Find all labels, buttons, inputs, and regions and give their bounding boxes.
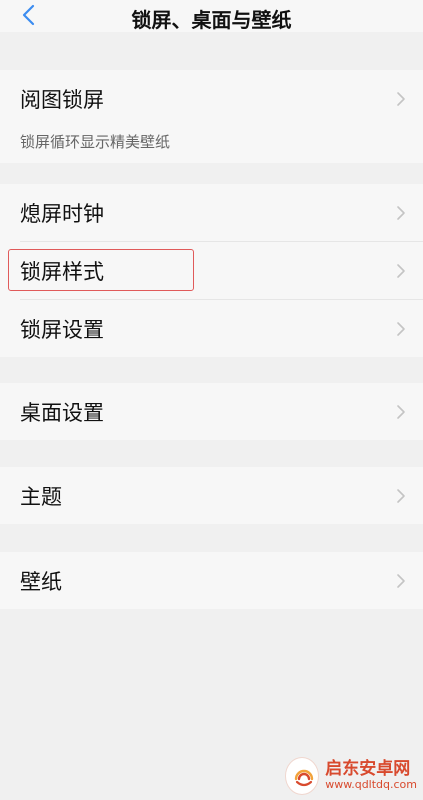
- chevron-right-icon: [397, 91, 405, 106]
- list-item-theme[interactable]: 主题: [0, 467, 423, 524]
- watermark: 启东安卓网 www.qdltdq.com: [285, 757, 417, 795]
- list-item-label: 壁纸: [20, 569, 62, 594]
- list-item-magazine-lock[interactable]: 阅图锁屏: [0, 70, 423, 127]
- watermark-logo: [285, 757, 320, 795]
- list-item-lock-settings[interactable]: 锁屏设置: [0, 300, 423, 357]
- chevron-right-icon: [397, 488, 405, 503]
- list-item-label: 锁屏设置: [20, 317, 104, 342]
- list-item-label: 主题: [20, 484, 62, 509]
- watermark-logo-icon: [294, 769, 314, 787]
- chevron-right-icon: [397, 205, 405, 220]
- page-title: 锁屏、桌面与壁纸: [131, 8, 292, 32]
- list-item-label: 熄屏时钟: [20, 201, 104, 226]
- highlight-box: [8, 249, 194, 291]
- chevron-right-icon: [397, 573, 405, 588]
- watermark-text: 启东安卓网 www.qdltdq.com: [325, 760, 417, 792]
- section-theme: 主题: [0, 467, 423, 524]
- watermark-brand: 启东安卓网: [325, 759, 411, 779]
- list-item-description: 锁屏循环显示精美壁纸: [20, 133, 171, 151]
- watermark-url: www.qdltdq.com: [325, 778, 417, 791]
- top-bar: 锁屏、桌面与壁纸: [0, 0, 423, 32]
- section-desktop: 桌面设置: [0, 383, 423, 440]
- chevron-right-icon: [397, 404, 405, 419]
- section-lockscreen-magazine: 阅图锁屏 锁屏循环显示精美壁纸: [0, 70, 423, 163]
- list-item-wallpaper[interactable]: 壁纸: [0, 552, 423, 609]
- chevron-right-icon: [397, 321, 405, 336]
- list-item-label: 阅图锁屏: [20, 87, 104, 112]
- list-item-desktop-settings[interactable]: 桌面设置: [0, 383, 423, 440]
- chevron-right-icon: [397, 263, 405, 278]
- section-wallpaper: 壁纸: [0, 552, 423, 609]
- list-item-label: 桌面设置: [20, 400, 104, 425]
- list-item-aod-clock[interactable]: 熄屏时钟: [0, 184, 423, 241]
